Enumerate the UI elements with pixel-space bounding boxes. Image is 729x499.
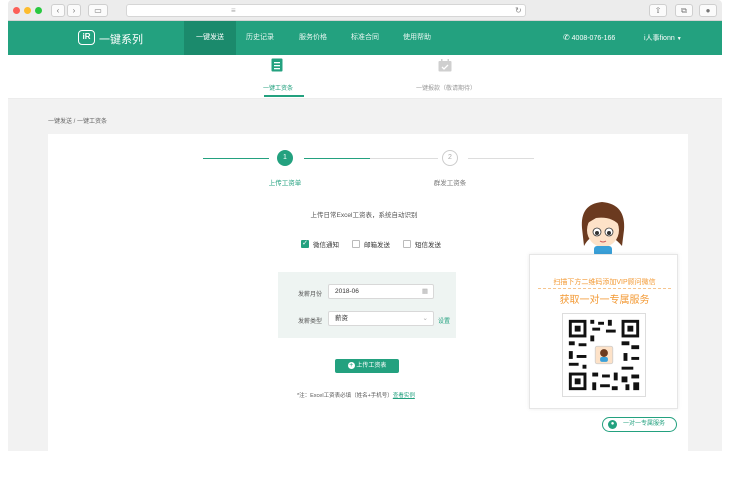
salary-form: 发薪月份 2018-06 ▦ 发薪类型 薪资 ⌄ 设置 bbox=[278, 272, 456, 338]
upload-hint: 上传日常Excel工资表，系统自动识别 bbox=[310, 212, 418, 219]
sms-label: 短信发送 bbox=[415, 242, 441, 249]
logo-text[interactable]: 一键系列 bbox=[99, 31, 143, 47]
wechat-label: 微信通知 bbox=[313, 242, 339, 249]
reader-icon[interactable]: ≡ bbox=[231, 5, 236, 16]
step-2-circle: 2 bbox=[442, 150, 458, 166]
active-tab-indicator bbox=[264, 95, 304, 97]
phone-number: ✆ 4008-076-166 bbox=[563, 33, 615, 42]
product-tabs: 一键工资条 一键报款（敬请期待） bbox=[8, 55, 722, 99]
top-nav: iR 一键系列 一键发送 历史记录 服务价格 标准合同 使用帮助 ✆ 4008-… bbox=[8, 21, 722, 55]
wechat-qr-code bbox=[562, 313, 646, 397]
view-example-link[interactable]: 查看实例 bbox=[393, 393, 415, 399]
settings-link[interactable]: 设置 bbox=[438, 316, 450, 325]
caret-down-icon: ▼ bbox=[676, 36, 682, 42]
promo-line-1: 扫描下方二维码添加VIP顾问微信 bbox=[553, 279, 656, 286]
nav-item-help[interactable]: 使用帮助 bbox=[392, 21, 442, 55]
step-2-label: 群发工资条 bbox=[433, 180, 467, 187]
minimize-window-icon[interactable] bbox=[24, 7, 31, 14]
sidebar-icon[interactable]: ▭ bbox=[88, 4, 108, 17]
promo-line-2: 获取一对一专属服务 bbox=[559, 295, 650, 306]
payslip-icon bbox=[271, 58, 283, 72]
sms-checkbox[interactable] bbox=[403, 240, 411, 248]
type-value: 薪资 bbox=[335, 315, 348, 322]
step-line-active bbox=[304, 158, 370, 159]
nav-item-pricing[interactable]: 服务价格 bbox=[288, 21, 338, 55]
phone-text: 4008-076-166 bbox=[571, 35, 616, 42]
note-text: *注：Excel工资表必填（姓名+手机号） bbox=[297, 393, 393, 399]
logo-mark[interactable]: iR bbox=[78, 30, 95, 45]
nav-item-history[interactable]: 历史记录 bbox=[236, 21, 284, 55]
zoom-window-icon[interactable] bbox=[35, 7, 42, 14]
share-icon[interactable]: ⇧ bbox=[649, 4, 667, 17]
advisor-avatar-icon bbox=[581, 202, 625, 256]
step-line-left bbox=[203, 158, 269, 159]
reload-icon[interactable]: ↻ bbox=[515, 5, 522, 16]
email-checkbox[interactable] bbox=[352, 240, 360, 248]
address-bar[interactable]: ≡ ↻ bbox=[126, 4, 526, 17]
upload-salary-button[interactable]: + 上传工资表 bbox=[335, 359, 399, 373]
step-line-mid bbox=[370, 158, 438, 159]
month-value: 2018-06 bbox=[335, 288, 359, 295]
user-menu[interactable]: i人事fionn ▼ bbox=[644, 33, 682, 43]
vip-promo-panel: 扫描下方二维码添加VIP顾问微信 获取一对一专属服务 bbox=[529, 254, 678, 409]
service-button-label: 一对一专属服务 bbox=[623, 421, 666, 427]
wechat-checkbox[interactable]: ✓ bbox=[301, 240, 309, 248]
upload-button-label: 上传工资表 bbox=[356, 363, 387, 369]
promo-divider bbox=[538, 288, 671, 289]
month-input[interactable]: 2018-06 ▦ bbox=[328, 284, 434, 299]
type-label: 发薪类型 bbox=[298, 319, 323, 325]
calendar-picker-icon: ▦ bbox=[421, 288, 428, 295]
tab-reimbursement[interactable]: 一键报款（敬请期待） bbox=[410, 83, 482, 92]
type-select[interactable]: 薪资 ⌄ bbox=[328, 311, 434, 326]
tab-payslip[interactable]: 一键工资条 bbox=[256, 83, 300, 92]
upload-note: *注：Excel工资表必填（姓名+手机号）查看实例 bbox=[297, 391, 415, 399]
close-window-icon[interactable] bbox=[13, 7, 20, 14]
one-on-one-service-button[interactable]: ● 一对一专属服务 bbox=[602, 417, 677, 432]
chat-icon: ● bbox=[608, 420, 617, 429]
browser-toolbar: ‹ › ▭ ≡ ↻ ⇧ ⧉ ● bbox=[8, 0, 722, 21]
calendar-icon bbox=[438, 59, 452, 72]
user-name: i人事fionn bbox=[644, 35, 675, 42]
download-icon[interactable]: ● bbox=[699, 4, 717, 17]
breadcrumb: 一键发送 / 一键工资条 bbox=[48, 119, 108, 125]
email-label: 邮箱发送 bbox=[364, 242, 390, 249]
chevron-down-icon: ⌄ bbox=[422, 315, 428, 322]
step-1-circle: 1 bbox=[277, 150, 293, 166]
phone-icon: ✆ bbox=[563, 33, 570, 42]
nav-item-send[interactable]: 一键发送 bbox=[184, 21, 236, 55]
step-1-label: 上传工资单 bbox=[268, 180, 302, 187]
tabs-icon[interactable]: ⧉ bbox=[675, 4, 693, 17]
month-label: 发薪月份 bbox=[298, 292, 323, 298]
nav-item-contract[interactable]: 标准合同 bbox=[340, 21, 390, 55]
forward-icon[interactable]: › bbox=[67, 4, 81, 17]
plus-circle-icon: + bbox=[347, 361, 355, 369]
back-icon[interactable]: ‹ bbox=[51, 4, 65, 17]
step-line-right bbox=[468, 158, 534, 159]
